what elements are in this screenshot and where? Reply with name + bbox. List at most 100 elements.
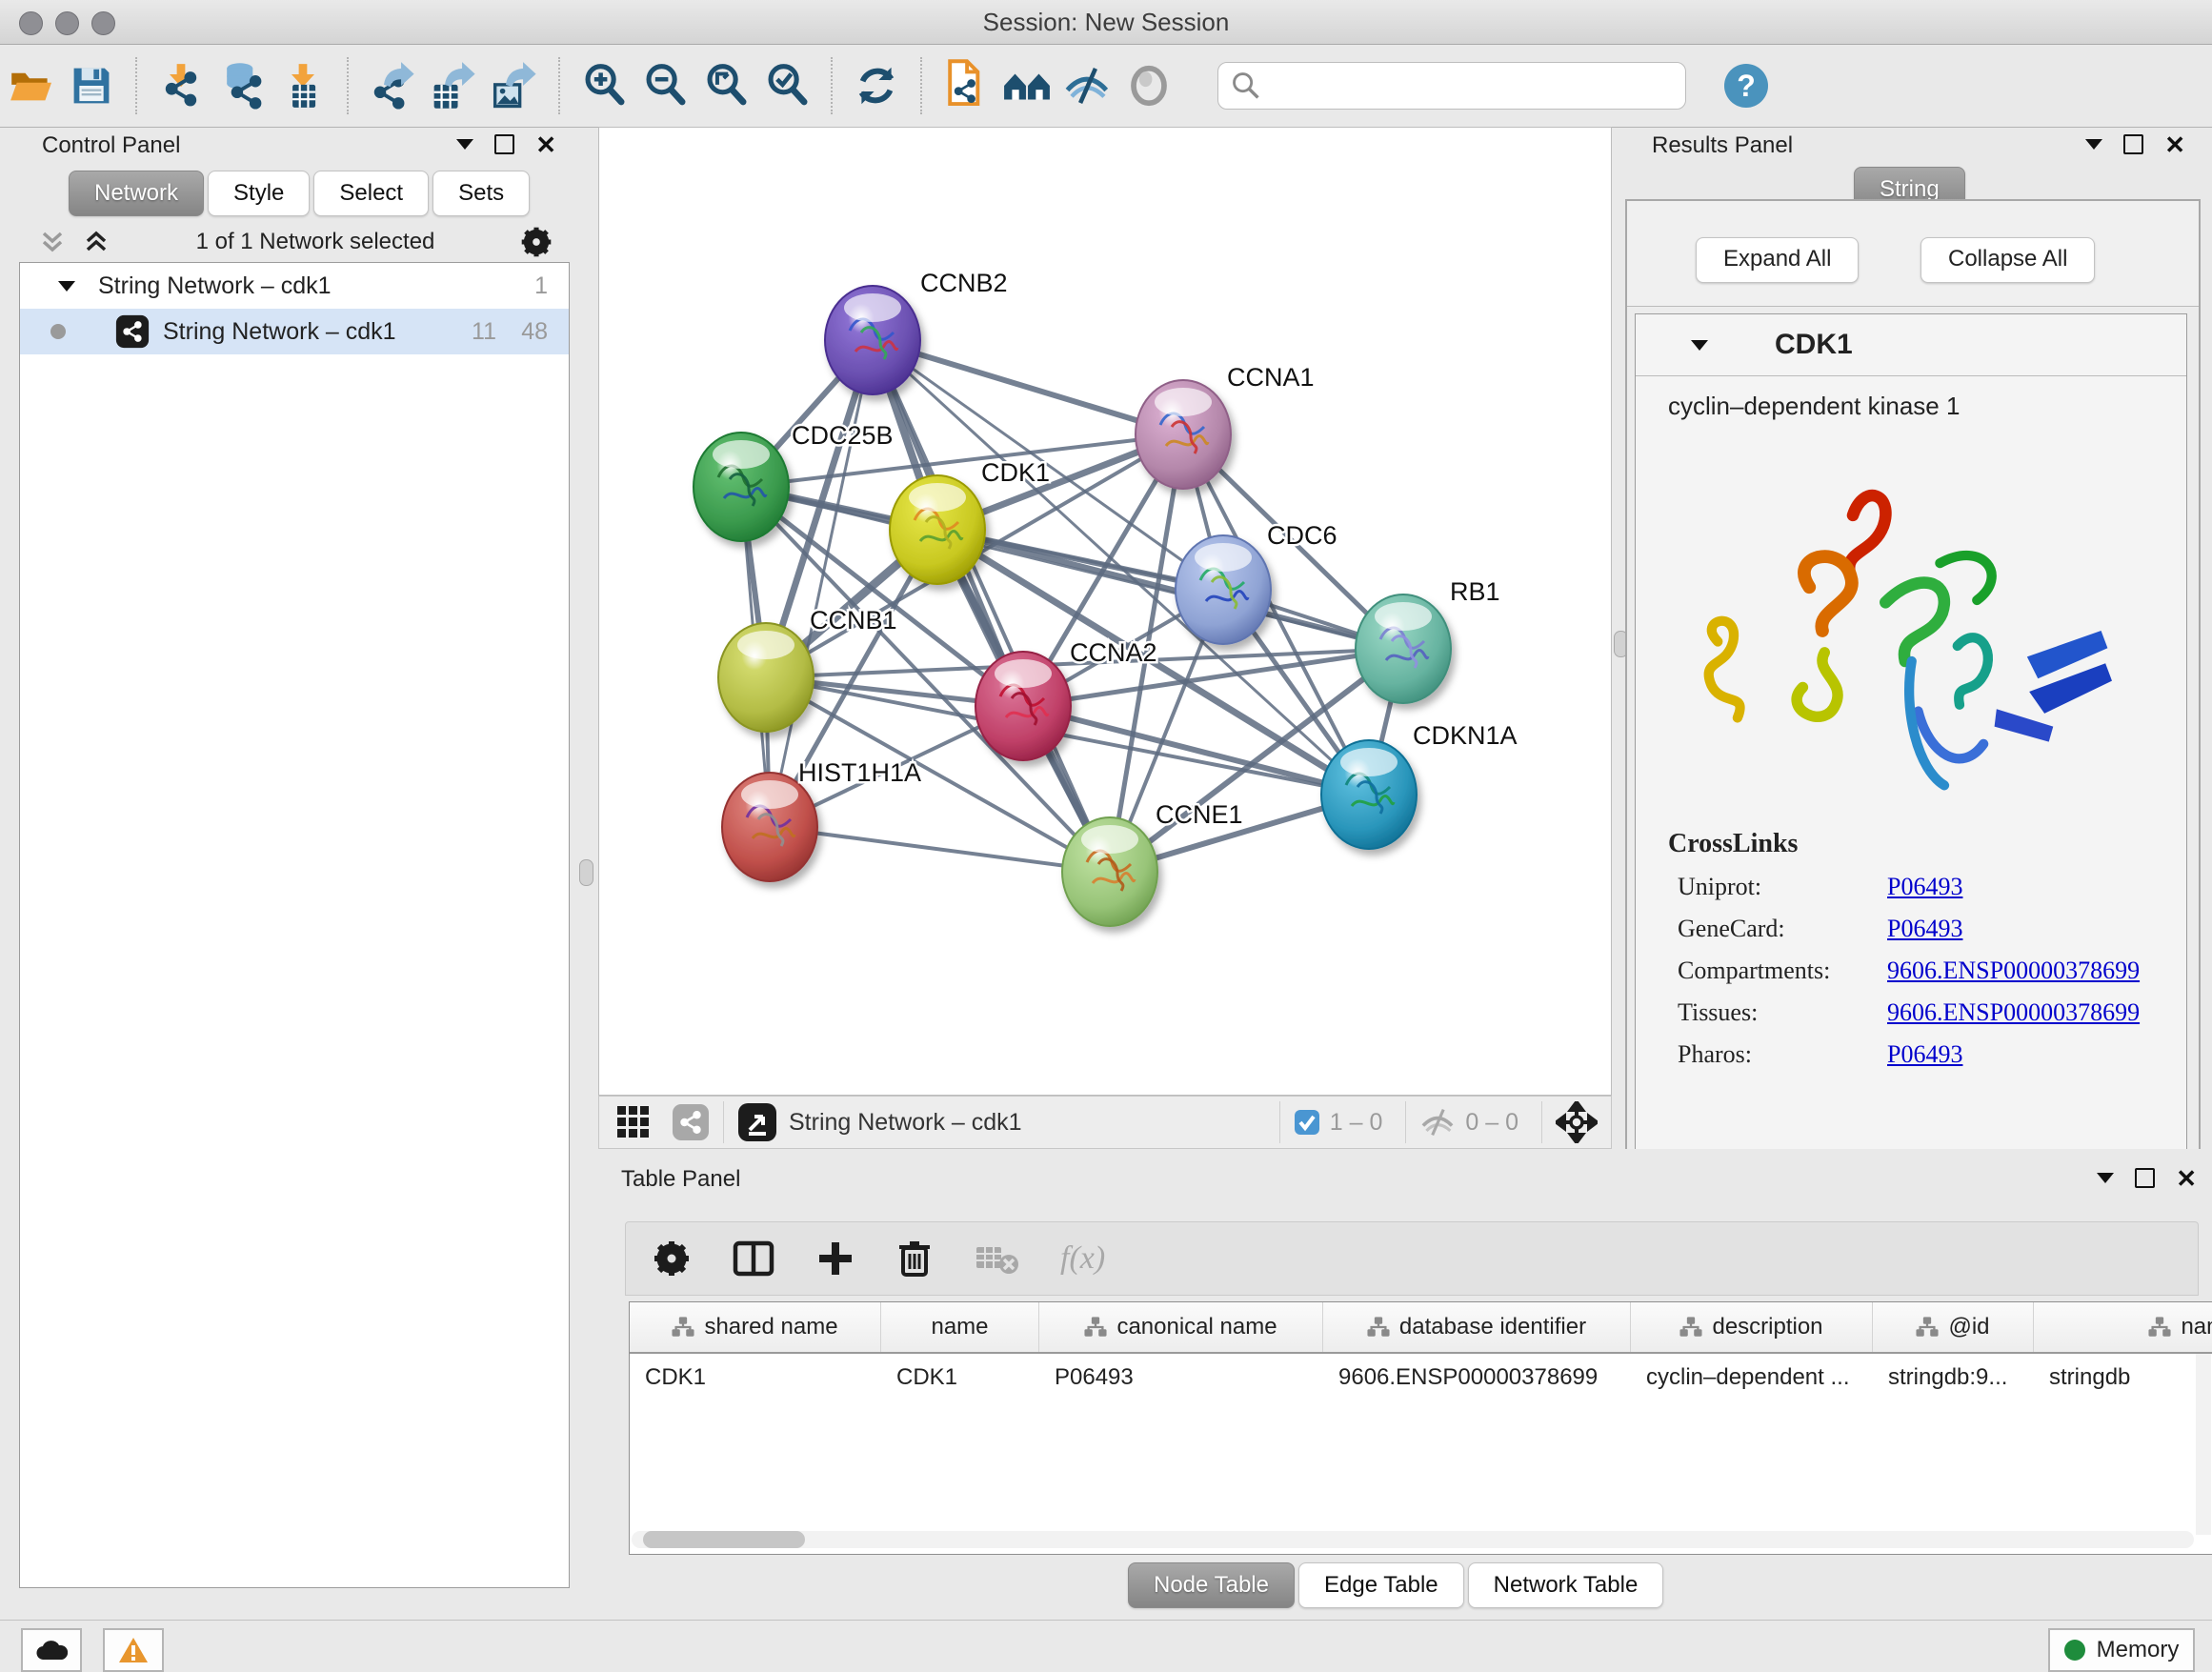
hidden-eye-slash-icon[interactable] (1419, 1107, 1456, 1138)
column-header-name[interactable]: name (881, 1302, 1039, 1352)
node-CCNE1[interactable] (1062, 817, 1157, 926)
column-header-sharedname[interactable]: shared name (630, 1302, 881, 1352)
expand-all-icon[interactable] (82, 228, 111, 256)
tab-network[interactable]: Network (69, 171, 204, 216)
table-row[interactable]: CDK1CDK1P064939606.ENSP00000378699cyclin… (630, 1354, 2212, 1401)
show-graphics-button[interactable] (1124, 59, 1174, 112)
maximize-panel-icon[interactable] (2135, 1168, 2155, 1188)
node-table[interactable]: shared namenamecanonical namedatabase id… (629, 1301, 2212, 1555)
delete-table-icon[interactable] (975, 1241, 1018, 1276)
network-canvas[interactable]: CCNB2CCNA1CDC25BCDK1CDC6RB1CCNB1CCNA2CDK… (598, 127, 1612, 1096)
tab-edge-table[interactable]: Edge Table (1298, 1562, 1464, 1608)
selected-checkbox-icon[interactable] (1294, 1109, 1320, 1136)
node-CDKN1A[interactable] (1321, 740, 1417, 849)
table-horizontal-scrollbar[interactable] (632, 1531, 2194, 1548)
close-panel-icon[interactable]: ✕ (2164, 135, 2185, 154)
search-input[interactable] (1270, 66, 1685, 106)
network-row[interactable]: String Network – cdk1 11 48 (20, 309, 569, 354)
section-collapse-icon[interactable] (1691, 340, 1708, 351)
import-network-database-button[interactable] (217, 59, 267, 112)
string-network-graph[interactable]: CCNB2CCNA1CDC25BCDK1CDC6RB1CCNB1CCNA2CDK… (599, 128, 1611, 1095)
table-cell[interactable]: CDK1 (630, 1364, 881, 1391)
column-header-id[interactable]: @id (1873, 1302, 2034, 1352)
node-HIST1H1A[interactable] (722, 773, 817, 881)
zoom-selected-button[interactable] (762, 59, 812, 112)
table-vertical-scrollbar[interactable] (2196, 1354, 2211, 1535)
expand-all-button[interactable]: Expand All (1696, 237, 1859, 283)
pan-move-icon[interactable] (1556, 1101, 1598, 1143)
node-RB1[interactable] (1356, 594, 1451, 703)
open-session-button[interactable] (6, 59, 55, 112)
tab-style[interactable]: Style (208, 171, 310, 216)
node-CDK1[interactable] (890, 475, 985, 584)
maximize-panel-icon[interactable] (494, 134, 514, 154)
delete-column-icon[interactable] (896, 1239, 933, 1279)
scrollbar-thumb[interactable] (643, 1531, 805, 1548)
tab-select[interactable]: Select (313, 171, 429, 216)
node-CDC25B[interactable] (694, 433, 789, 541)
help-button[interactable]: ? (1724, 64, 1768, 108)
close-panel-icon[interactable]: ✕ (535, 135, 556, 154)
tab-sets[interactable]: Sets (432, 171, 530, 216)
maximize-panel-icon[interactable] (2123, 134, 2143, 154)
import-network-file-button[interactable] (156, 59, 206, 112)
string-home-button[interactable] (1002, 59, 1052, 112)
cdk1-section-header[interactable]: CDK1 (1636, 314, 2186, 376)
zoom-in-button[interactable] (579, 59, 629, 112)
network-options-gear-icon[interactable] (520, 226, 553, 258)
node-CCNA1[interactable] (1136, 380, 1231, 489)
collapse-all-button[interactable]: Collapse All (1920, 237, 2095, 283)
collapse-all-icon[interactable] (38, 228, 67, 256)
table-cell[interactable]: cyclin–dependent ... (1631, 1364, 1873, 1391)
grid-view-icon[interactable] (616, 1105, 651, 1139)
export-image-button[interactable] (490, 59, 539, 112)
float-panel-icon[interactable] (2097, 1173, 2114, 1183)
table-cell[interactable]: 9606.ENSP00000378699 (1323, 1364, 1631, 1391)
table-cell[interactable]: P06493 (1039, 1364, 1323, 1391)
warnings-button[interactable] (103, 1628, 164, 1672)
hide-unhide-button[interactable] (1063, 59, 1113, 112)
export-table-button[interactable] (429, 59, 478, 112)
add-column-icon[interactable] (816, 1239, 855, 1278)
column-header-description[interactable]: description (1631, 1302, 1873, 1352)
column-header-databaseidentifier[interactable]: database identifier (1323, 1302, 1631, 1352)
float-panel-icon[interactable] (456, 139, 473, 150)
network-collection-row[interactable]: String Network – cdk1 1 (20, 263, 569, 309)
edge-HIST1H1A-CCNE1[interactable] (770, 827, 1110, 872)
zoom-out-button[interactable] (640, 59, 690, 112)
crosslink-link[interactable]: 9606.ENSP00000378699 (1887, 998, 2140, 1027)
show-columns-icon[interactable] (733, 1239, 774, 1278)
apply-layout-button[interactable] (852, 59, 901, 112)
float-panel-icon[interactable] (2085, 139, 2102, 150)
tab-node-table[interactable]: Node Table (1128, 1562, 1295, 1608)
save-session-button[interactable] (67, 59, 116, 112)
left-splitter-grip[interactable] (579, 859, 593, 886)
table-options-gear-icon[interactable] (653, 1239, 691, 1278)
birdseye-view-icon[interactable] (737, 1102, 777, 1142)
string-protein-query-button[interactable] (941, 59, 991, 112)
node-CCNB2[interactable] (825, 286, 920, 394)
cloud-status-button[interactable] (21, 1628, 82, 1672)
close-panel-icon[interactable]: ✕ (2176, 1169, 2197, 1188)
node-CCNA2[interactable] (975, 652, 1071, 760)
zoom-fit-button[interactable] (701, 59, 751, 112)
tab-network-table[interactable]: Network Table (1468, 1562, 1664, 1608)
function-builder-icon[interactable]: f(x) (1060, 1240, 1105, 1277)
node-CCNB1[interactable] (718, 623, 814, 732)
edge-CCNB2-CCNE1[interactable] (873, 340, 1110, 872)
table-cell[interactable]: stringdb (2034, 1364, 2212, 1391)
search-field[interactable] (1217, 62, 1686, 110)
crosslink-link[interactable]: P06493 (1887, 915, 1962, 943)
node-CDC6[interactable] (1176, 535, 1271, 644)
export-network-button[interactable] (368, 59, 417, 112)
edge-CCNB2-HIST1H1A[interactable] (770, 340, 873, 827)
crosslink-link[interactable]: 9606.ENSP00000378699 (1887, 957, 2140, 985)
column-header-namespace[interactable]: namespace (2034, 1302, 2212, 1352)
column-header-canonicalname[interactable]: canonical name (1039, 1302, 1323, 1352)
network-view-share-icon[interactable] (672, 1103, 710, 1141)
crosslink-link[interactable]: P06493 (1887, 873, 1962, 901)
import-table-button[interactable] (278, 59, 328, 112)
collection-expand-icon[interactable] (58, 281, 75, 292)
memory-button[interactable]: Memory (2048, 1628, 2195, 1672)
table-cell[interactable]: CDK1 (881, 1364, 1039, 1391)
